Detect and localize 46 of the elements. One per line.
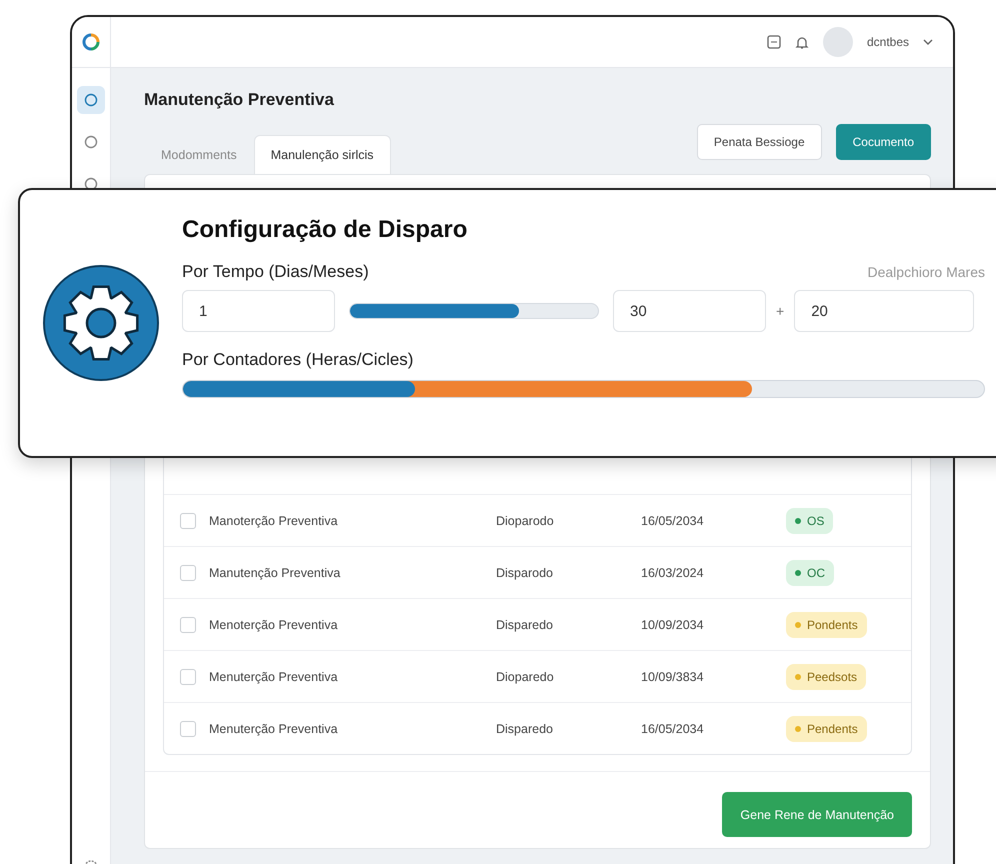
logo-icon [82, 33, 100, 51]
user-name[interactable]: dcntbes [866, 35, 909, 49]
panel-title: Configuração de Disparo [182, 216, 468, 244]
time-slider[interactable] [349, 303, 599, 319]
row-checkbox[interactable] [180, 720, 196, 736]
table-cell-text: 16/05/2034 [641, 514, 705, 528]
page-title: Manutenção Preventiva [144, 90, 335, 110]
secondary-button[interactable]: Penata Bessioge [696, 124, 822, 160]
circle-icon [84, 93, 98, 107]
chevron-down-icon[interactable] [923, 39, 933, 45]
table-cell-text: Manoterção Preventiva [209, 514, 339, 528]
status-badge: OC [786, 560, 834, 586]
input-field[interactable]: 20 [794, 290, 974, 332]
table-cell-text: 16/05/2034 [641, 722, 705, 736]
primary-button[interactable]: Cocumento [836, 124, 931, 160]
table-cell-text: Disparodo [496, 566, 554, 580]
table-cell-text: 16/03/2024 [641, 566, 705, 580]
table-cell-text: 10/09/2034 [641, 618, 705, 632]
table-cell-text: Dioparodo [496, 514, 555, 528]
counter-label: Por Contadores (Heras/Cicles) [182, 350, 414, 370]
field-label: Dealpchioro Mares [868, 264, 985, 280]
table-cell-text: Menoterção Preventiva [209, 618, 339, 632]
tab[interactable]: Manulenção sirlcis [254, 135, 391, 174]
table-cell-text: Menuterção Preventiva [209, 670, 339, 684]
input-field[interactable]: 30 [613, 290, 766, 332]
circle-icon [84, 135, 98, 149]
calendar-icon[interactable] [766, 35, 781, 49]
row-checkbox[interactable] [180, 668, 196, 684]
status-badge: Peedsots [786, 664, 866, 690]
table-cell-text: Manutenção Preventiva [209, 566, 342, 580]
gear-icon [42, 264, 160, 382]
table-cell-text: Dioparedo [496, 670, 555, 684]
table-cell-text: Menuterção Preventiva [209, 722, 339, 736]
row-checkbox[interactable] [180, 616, 196, 632]
input-field[interactable]: 1 [182, 290, 335, 332]
table-cell-text: Disparedo [496, 618, 554, 632]
status-badge: Pendents [786, 716, 867, 742]
row-checkbox[interactable] [180, 512, 196, 528]
table-cell-text: Disparedo [496, 722, 554, 736]
status-badge: OS [786, 508, 834, 534]
status-badge: Pondents [786, 612, 867, 638]
table-cell-text: 10/09/3834 [641, 670, 705, 684]
time-label: Por Tempo (Dias/Meses) [182, 262, 369, 282]
row-checkbox[interactable] [180, 564, 196, 580]
plus-sign: + [776, 303, 784, 319]
bell-icon[interactable] [794, 34, 809, 50]
